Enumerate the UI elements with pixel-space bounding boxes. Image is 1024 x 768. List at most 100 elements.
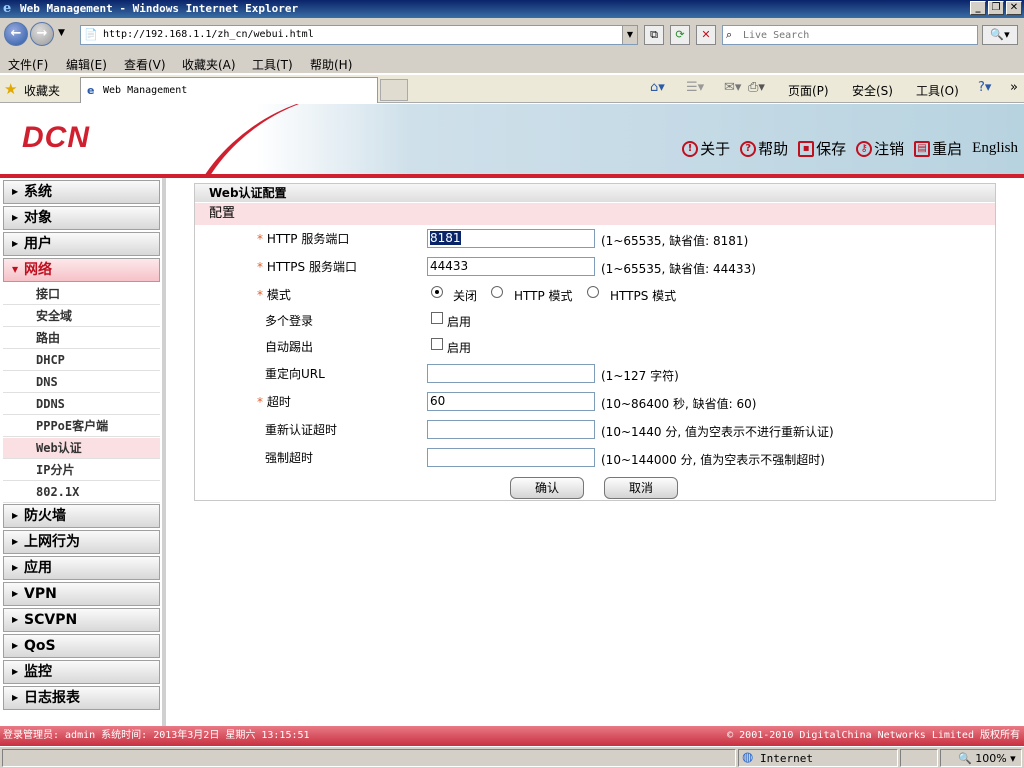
zone-label: Internet xyxy=(760,752,813,765)
collapsed-arrow-icon: ▶ xyxy=(12,511,19,520)
back-button[interactable]: ← xyxy=(4,22,28,46)
compat-view-button[interactable]: ⧉ xyxy=(644,25,664,45)
home-icon[interactable]: ⌂▾ xyxy=(650,80,665,95)
print-icon[interactable]: ⎙▾ xyxy=(748,80,765,95)
redirect-url-hint: (1~127 字符) xyxy=(601,369,679,383)
new-tab-button[interactable] xyxy=(380,79,408,101)
sidebar-item-label: 防火墙 xyxy=(24,508,66,524)
timeout-input[interactable]: 60 xyxy=(427,392,595,411)
sidebar-item-qos[interactable]: ▶ QoS xyxy=(3,634,160,658)
app-header: DCN ! 关于 ? 帮助 ▪ 保存 ⚷ 注销 ▤ 重启 English xyxy=(0,104,1024,178)
page-menu[interactable]: 页面(P) xyxy=(788,82,829,99)
stop-button[interactable]: ✕ xyxy=(696,25,716,45)
feeds-icon[interactable]: ☰▾ xyxy=(686,80,704,95)
sidebar-sub-interface[interactable]: 接口 xyxy=(3,284,160,305)
address-input[interactable]: 📄 http://192.168.1.1/zh_cn/webui.html ▼ xyxy=(80,25,638,45)
save-link[interactable]: ▪ 保存 xyxy=(798,138,846,159)
sidebar-sub-webauth[interactable]: Web认证 xyxy=(3,438,160,459)
collapsed-arrow-icon: ▶ xyxy=(12,589,19,598)
sidebar-sub-dns[interactable]: DNS xyxy=(3,372,160,393)
sidebar-sub-ddns[interactable]: DDNS xyxy=(3,394,160,415)
sidebar-item-user[interactable]: ▶ 用户 xyxy=(3,232,160,256)
history-dropdown-icon[interactable]: ▼ xyxy=(58,28,65,38)
tools-menu[interactable]: 工具(O) xyxy=(916,82,959,99)
logout-link[interactable]: ⚷ 注销 xyxy=(856,138,904,159)
force-timeout-hint: (10~144000 分, 值为空表示不强制超时) xyxy=(601,453,825,467)
login-info: 登录管理员: admin 系统时间: 2013年3月2日 星期六 13:15:5… xyxy=(3,730,310,741)
mode-off-radio[interactable] xyxy=(431,286,443,298)
sidebar-item-network[interactable]: ▼ 网络 xyxy=(3,258,160,282)
address-dropdown-icon[interactable]: ▼ xyxy=(622,26,637,44)
sidebar-sub-routing[interactable]: 路由 xyxy=(3,328,160,349)
mode-http-radio[interactable] xyxy=(491,286,503,298)
sidebar-item-label: VPN xyxy=(24,586,57,602)
sidebar-item-object[interactable]: ▶ 对象 xyxy=(3,206,160,230)
https-port-input[interactable]: 44433 xyxy=(427,257,595,276)
english-link[interactable]: English xyxy=(972,140,1018,157)
protected-mode-segment[interactable] xyxy=(900,749,938,767)
search-go-button[interactable]: 🔍▾ xyxy=(982,25,1018,45)
sidebar-sub-zone[interactable]: 安全域 xyxy=(3,306,160,327)
key-icon: ⚷ xyxy=(856,140,873,157)
collapsed-arrow-icon: ▶ xyxy=(12,239,19,248)
menu-favorites[interactable]: 收藏夹(A) xyxy=(182,56,236,73)
force-timeout-input[interactable] xyxy=(427,448,595,467)
confirm-button[interactable]: 确认 xyxy=(510,477,584,499)
page-icon: 📄 xyxy=(84,28,98,41)
multi-login-label: 多个登录 xyxy=(265,314,314,328)
reboot-link[interactable]: ▤ 重启 xyxy=(914,138,962,159)
sidebar-item-monitor[interactable]: ▶ 监控 xyxy=(3,660,160,684)
menu-tools[interactable]: 工具(T) xyxy=(252,56,293,73)
sidebar-sub-ipfrag[interactable]: IP分片 xyxy=(3,460,160,481)
http-port-input[interactable]: 8181 xyxy=(427,229,595,248)
browser-tab[interactable]: e Web Management xyxy=(80,77,378,103)
favorites-star-icon[interactable]: ★ xyxy=(4,80,17,98)
favorites-bar: ★ 收藏夹 e Web Management ⌂▾ ☰▾ ✉▾ ⎙▾ 页面(P)… xyxy=(0,75,1024,103)
mail-icon[interactable]: ✉▾ xyxy=(724,80,741,95)
sidebar-item-scvpn[interactable]: ▶ SCVPN xyxy=(3,608,160,632)
sidebar-item-system[interactable]: ▶ 系统 xyxy=(3,180,160,204)
mode-off-label: 关闭 xyxy=(453,289,478,303)
search-box[interactable]: ⌕ xyxy=(722,25,978,45)
safety-menu[interactable]: 安全(S) xyxy=(852,82,893,99)
refresh-button[interactable]: ⟳ xyxy=(670,25,690,45)
reauth-timeout-input[interactable] xyxy=(427,420,595,439)
menu-edit[interactable]: 编辑(E) xyxy=(66,56,107,73)
favorites-label[interactable]: 收藏夹 xyxy=(24,82,60,99)
search-input[interactable] xyxy=(743,28,973,42)
sidebar-sub-pppoe[interactable]: PPPoE客户端 xyxy=(3,416,160,437)
sidebar-sub-8021x[interactable]: 802.1X xyxy=(3,482,160,503)
help-link[interactable]: ? 帮助 xyxy=(740,138,788,159)
zoom-label[interactable]: 🔍 100% ▾ xyxy=(958,752,1016,765)
cancel-button[interactable]: 取消 xyxy=(604,477,678,499)
status-message xyxy=(2,749,736,767)
forward-button[interactable]: → xyxy=(30,22,54,46)
about-link[interactable]: ! 关于 xyxy=(682,138,730,159)
collapsed-arrow-icon: ▶ xyxy=(12,667,19,676)
save-label: 保存 xyxy=(816,140,847,158)
redirect-url-input[interactable] xyxy=(427,364,595,383)
restore-button[interactable]: ❐ xyxy=(988,1,1004,15)
sidebar-item-label: 网络 xyxy=(24,262,52,278)
sidebar-item-firewall[interactable]: ▶ 防火墙 xyxy=(3,504,160,528)
main-content: Web认证配置 配置 * HTTP 服务端口 8181 (1~65535, 缺省… xyxy=(166,178,1024,726)
sidebar-item-label: 用户 xyxy=(24,236,52,252)
sidebar-sub-dhcp[interactable]: DHCP xyxy=(3,350,160,371)
menu-view[interactable]: 查看(V) xyxy=(124,56,166,73)
help-icon[interactable]: ?▾ xyxy=(978,80,991,95)
minimize-button[interactable]: _ xyxy=(970,1,986,15)
multi-login-checkbox[interactable] xyxy=(431,312,443,324)
more-chevron-icon[interactable]: » xyxy=(1010,80,1018,95)
copyright: © 2001-2010 DigitalChina Networks Limite… xyxy=(727,730,1020,741)
auto-kick-checkbox[interactable] xyxy=(431,338,443,350)
sidebar-item-logs[interactable]: ▶ 日志报表 xyxy=(3,686,160,710)
menu-file[interactable]: 文件(F) xyxy=(8,56,48,73)
sidebar-item-application[interactable]: ▶ 应用 xyxy=(3,556,160,580)
sidebar-item-vpn[interactable]: ▶ VPN xyxy=(3,582,160,606)
mode-https-radio[interactable] xyxy=(587,286,599,298)
header-links: ! 关于 ? 帮助 ▪ 保存 ⚷ 注销 ▤ 重启 English xyxy=(682,138,1018,159)
collapsed-arrow-icon: ▶ xyxy=(12,537,19,546)
close-button[interactable]: ✕ xyxy=(1006,1,1022,15)
menu-help[interactable]: 帮助(H) xyxy=(310,56,352,73)
sidebar-item-behavior[interactable]: ▶ 上网行为 xyxy=(3,530,160,554)
